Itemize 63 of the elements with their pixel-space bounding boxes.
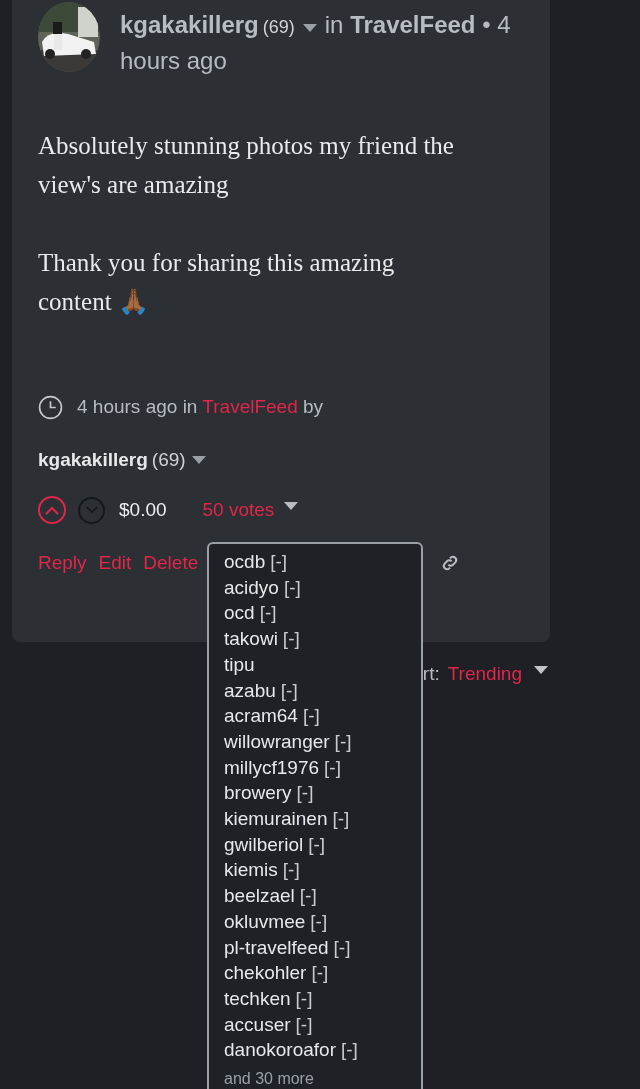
- voter-link[interactable]: pl-travelfeed: [224, 934, 329, 961]
- unvote-link[interactable]: [-]: [302, 703, 320, 729]
- unvote-link[interactable]: [-]: [324, 754, 341, 781]
- voter-link[interactable]: takowi: [224, 626, 278, 652]
- unvote-link[interactable]: [-]: [295, 985, 313, 1012]
- voter-link[interactable]: chekohler: [224, 960, 307, 986]
- voter-link[interactable]: ocdb: [224, 549, 266, 575]
- unvote-link[interactable]: [-]: [333, 934, 351, 961]
- sort-dropdown[interactable]: Trending: [447, 660, 522, 689]
- voter-link[interactable]: kiemis: [224, 857, 278, 884]
- caret-icon[interactable]: [191, 455, 206, 464]
- voter-link[interactable]: acram64: [224, 703, 298, 729]
- unvote-link[interactable]: [-]: [282, 857, 300, 884]
- voter-link[interactable]: tipu: [224, 651, 255, 678]
- unvote-link[interactable]: [-]: [340, 1037, 358, 1064]
- sort-label: rt:: [422, 662, 440, 686]
- unvote-link[interactable]: [-]: [299, 883, 317, 909]
- unvote-link[interactable]: [-]: [259, 600, 277, 627]
- voter-link[interactable]: danokoroafor: [224, 1037, 336, 1064]
- caret-icon[interactable]: [284, 502, 299, 511]
- payout: $0.00: [119, 498, 167, 522]
- upvote-button[interactable]: [38, 496, 66, 525]
- clock-icon: [38, 394, 63, 420]
- reputation: (69): [151, 447, 186, 472]
- unvote-link[interactable]: [-]: [308, 831, 326, 858]
- chevron-down-icon: [85, 506, 98, 515]
- chevron-up-icon: [45, 505, 59, 515]
- voter-link[interactable]: acidyo: [224, 574, 279, 601]
- community-link[interactable]: TravelFeed: [350, 11, 476, 38]
- in-label: in: [324, 11, 344, 38]
- author-link[interactable]: kgakakillerg: [38, 445, 148, 474]
- voter-link[interactable]: azabu: [224, 677, 276, 704]
- unvote-link[interactable]: [-]: [332, 806, 350, 832]
- caret-icon[interactable]: [302, 24, 317, 33]
- unvote-link[interactable]: [-]: [283, 574, 301, 601]
- by-label: by: [303, 396, 324, 417]
- post-time: hours ago: [120, 47, 227, 74]
- comment-paragraph: Thank you for sharing this amazing content 🙏🏾: [38, 248, 396, 317]
- more-voters: and 30 more: [224, 1069, 315, 1089]
- voter-link[interactable]: techken: [224, 985, 291, 1012]
- unvote-link[interactable]: [-]: [282, 626, 300, 652]
- voter-link[interactable]: browery: [224, 780, 292, 807]
- timestamp: 4 hours ago in: [77, 396, 198, 417]
- unvote-link[interactable]: [-]: [280, 677, 298, 704]
- author-link[interactable]: kgakakillerg: [120, 11, 259, 38]
- voter-link[interactable]: okluvmee: [224, 908, 306, 935]
- unvote-link[interactable]: [-]: [270, 549, 288, 575]
- unvote-link[interactable]: [-]: [334, 728, 352, 755]
- voter-link[interactable]: millycf1976: [224, 754, 320, 781]
- unvote-link[interactable]: [-]: [295, 1011, 313, 1038]
- caret-icon[interactable]: [534, 666, 548, 675]
- voter-link[interactable]: beelzael: [224, 883, 295, 909]
- voter-link[interactable]: gwilberiol: [224, 831, 304, 858]
- voter-link[interactable]: kiemurainen: [224, 806, 328, 832]
- unvote-link[interactable]: [-]: [310, 908, 328, 935]
- unvote-link[interactable]: [-]: [311, 960, 329, 986]
- unvote-link[interactable]: [-]: [296, 780, 314, 807]
- reputation: (69): [262, 17, 295, 37]
- post-time: • 4: [482, 11, 511, 38]
- voter-link[interactable]: ocd: [224, 600, 255, 627]
- voter-link[interactable]: accuser: [224, 1011, 291, 1038]
- voter-link[interactable]: willowranger: [224, 728, 330, 755]
- comment-paragraph: Absolutely stunning photos my friend the view's are amazing: [38, 131, 455, 200]
